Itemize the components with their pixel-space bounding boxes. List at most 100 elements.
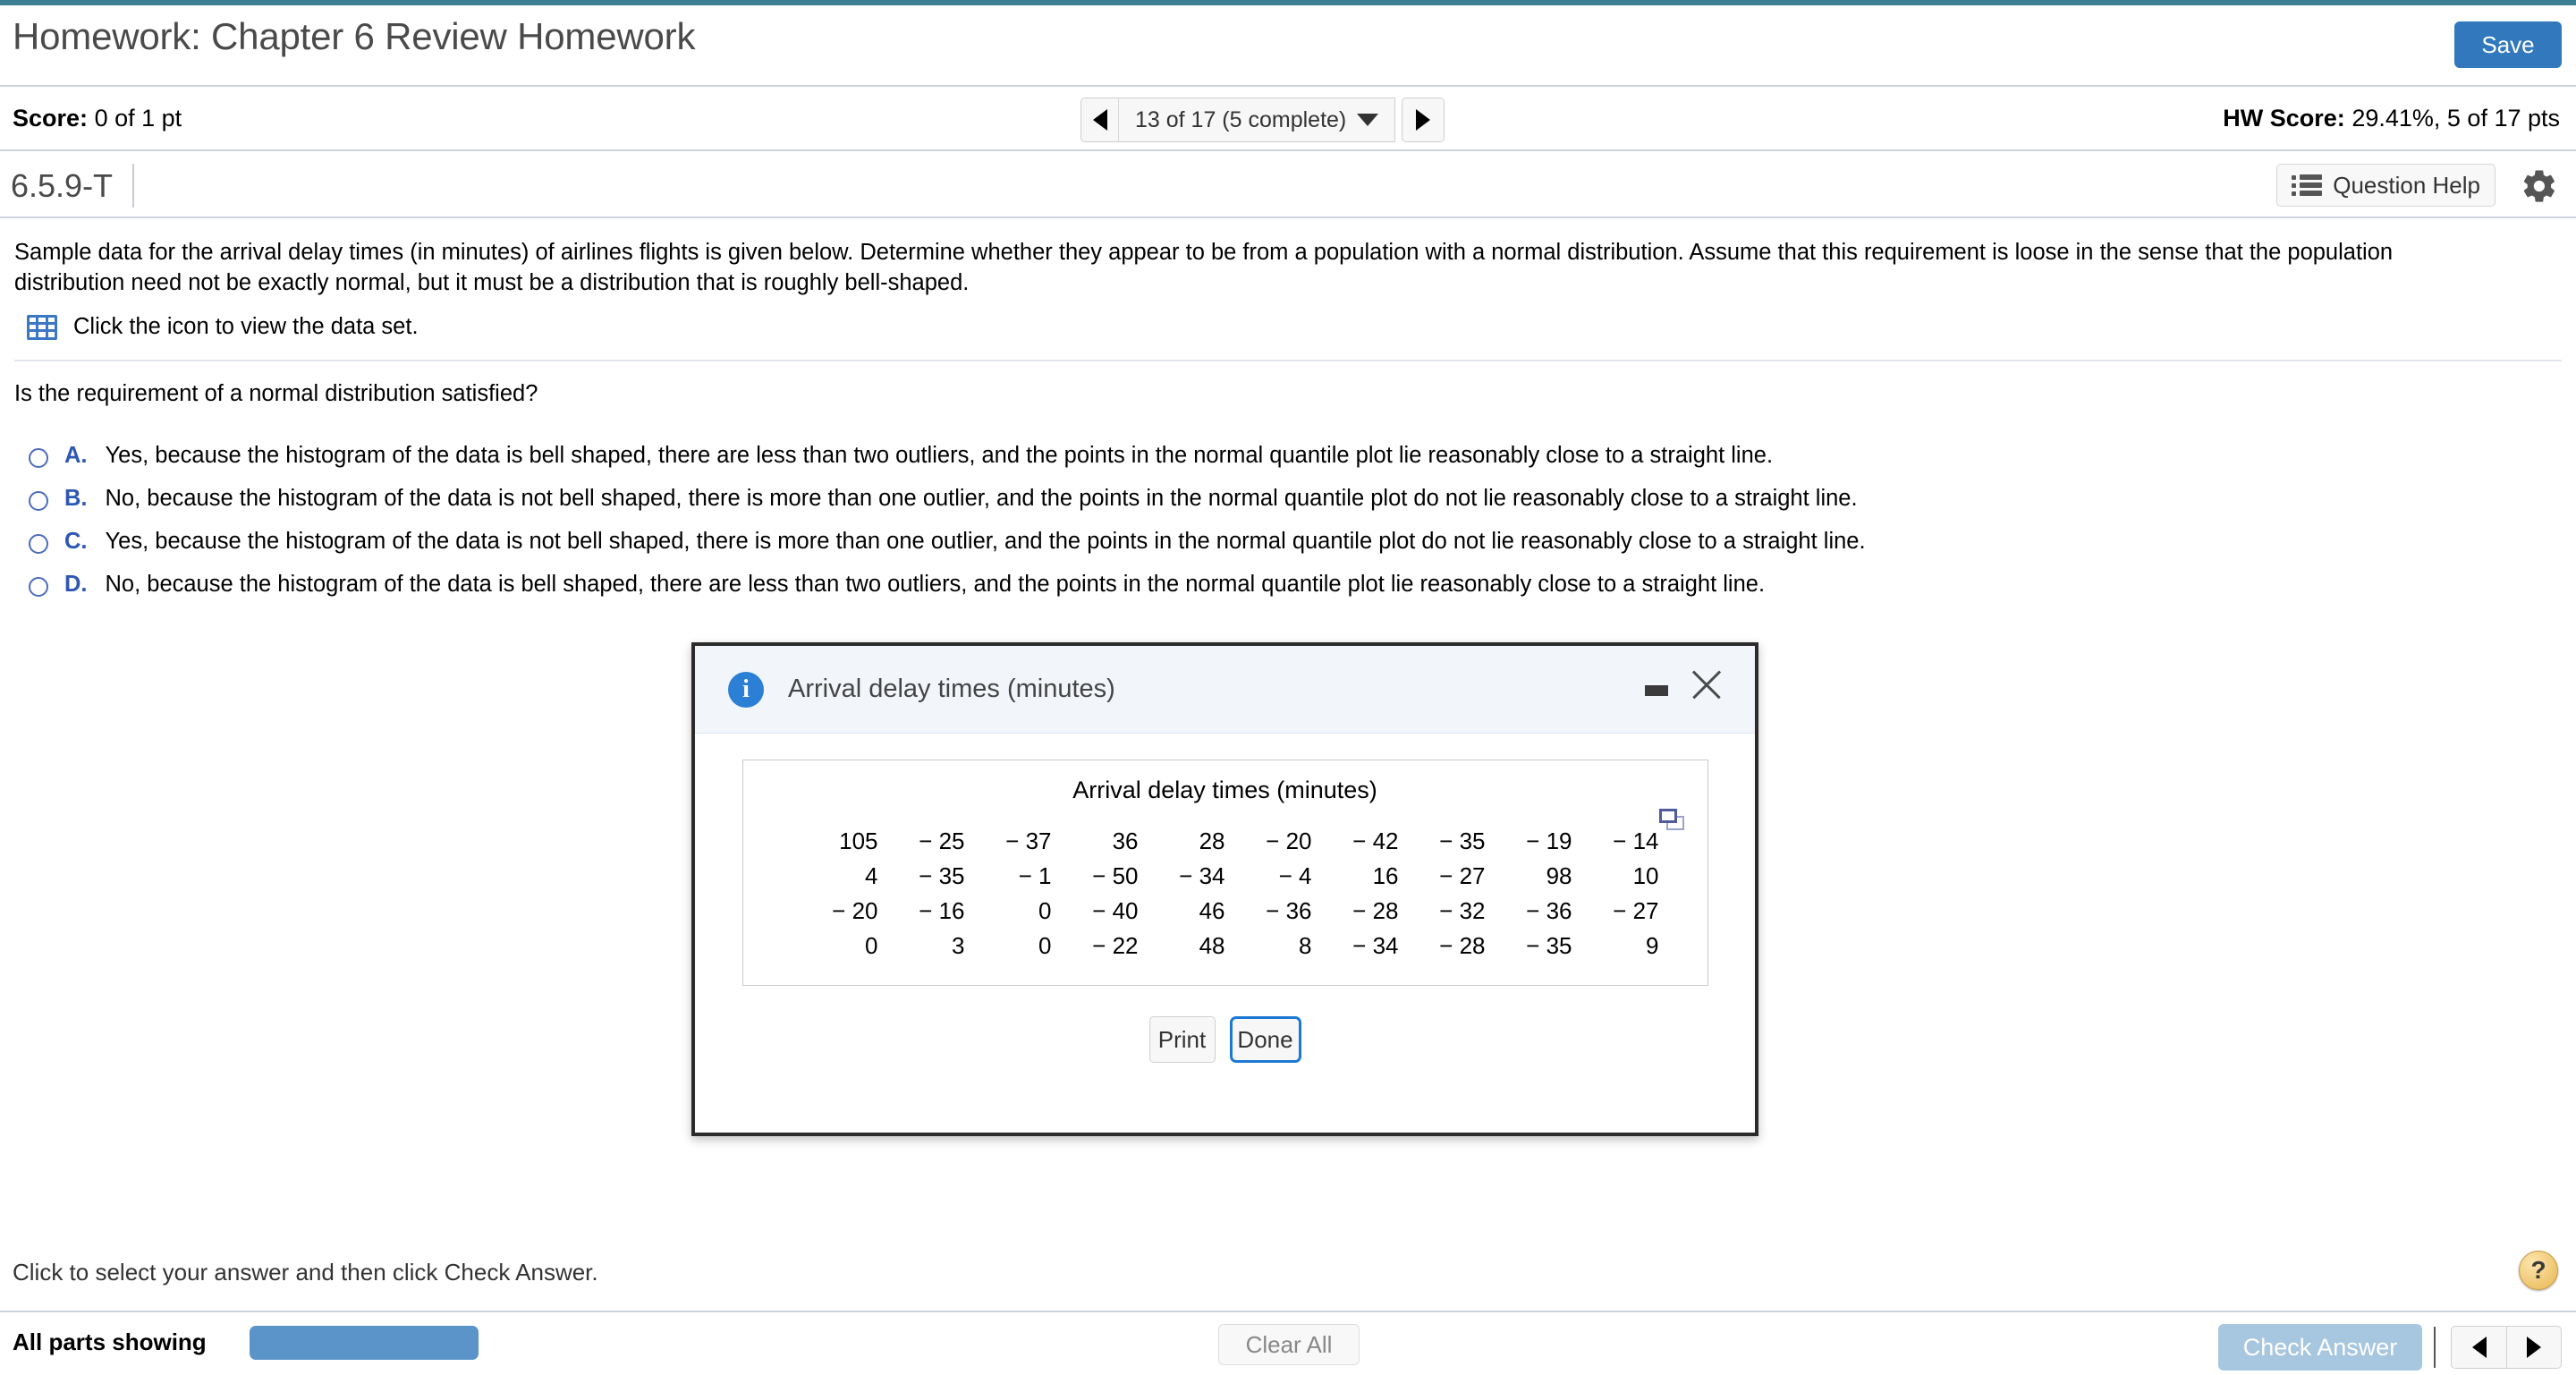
cell: 10: [1632, 862, 1659, 889]
cell: − 16: [919, 897, 965, 924]
cell: 0: [865, 932, 878, 959]
dataset-table: 105 − 25 − 37 36 28 − 20 − 42 − 35 − 19 …: [792, 824, 1659, 963]
settings-button[interactable]: [2519, 166, 2560, 207]
cell: 46: [1199, 897, 1225, 924]
list-icon: [2292, 174, 2323, 196]
choice-c-letter: C.: [64, 529, 88, 555]
score-value: 0 of 1 pt: [94, 105, 182, 132]
hint-text: Click to select your answer and then cli…: [13, 1259, 598, 1286]
data-set-link-row[interactable]: Click the icon to view the data set.: [0, 298, 2576, 340]
cell: − 28: [1352, 897, 1399, 924]
cell: 28: [1199, 828, 1225, 854]
cell: − 36: [1526, 897, 1572, 924]
cell: − 27: [1439, 862, 1486, 889]
data-set-dialog: i Arrival delay times (minutes) Arrival …: [691, 642, 1758, 1136]
question-help-button[interactable]: Question Help: [2276, 164, 2496, 207]
print-button[interactable]: Print: [1148, 1016, 1216, 1063]
copy-icon[interactable]: [1658, 809, 1684, 830]
cell: 9: [1646, 932, 1659, 959]
radio-c[interactable]: [29, 534, 48, 555]
cell: 36: [1112, 828, 1139, 854]
check-answer-button[interactable]: Check Answer: [2218, 1324, 2422, 1371]
close-icon[interactable]: [1688, 666, 1725, 703]
cell: − 32: [1439, 897, 1486, 924]
cell: − 34: [1179, 862, 1225, 889]
hw-score-label: HW Score:: [2223, 105, 2345, 132]
cell: 0: [1038, 932, 1052, 959]
radio-b[interactable]: [29, 491, 48, 512]
choice-b-letter: B.: [64, 486, 88, 512]
question-prompt: Is the requirement of a normal distribut…: [14, 381, 538, 407]
dialog-header: i Arrival delay times (minutes): [695, 646, 1755, 734]
triangle-left-icon: [1092, 109, 1107, 131]
pager-next-button[interactable]: [1402, 98, 1445, 142]
cell: − 20: [1266, 828, 1312, 854]
done-button[interactable]: Done: [1229, 1016, 1301, 1063]
triangle-right-icon: [1416, 109, 1431, 131]
cell: − 42: [1352, 828, 1399, 854]
cell: 4: [865, 862, 878, 889]
pager-label: 13 of 17 (5 complete): [1135, 106, 1347, 132]
question-pager: 13 of 17 (5 complete): [1080, 98, 1445, 142]
cell: − 4: [1278, 862, 1312, 889]
grid-table-icon[interactable]: [27, 314, 57, 340]
choice-d-text: No, because the histogram of the data is…: [105, 572, 1766, 598]
radio-d[interactable]: [29, 577, 48, 598]
table-row: − 20 − 16 0 − 40 46 − 36 − 28 − 32 − 36 …: [792, 894, 1659, 929]
cell: − 36: [1266, 897, 1312, 924]
answer-choices: A. Yes, because the histogram of the dat…: [0, 443, 2576, 598]
cell: 48: [1199, 932, 1225, 959]
score-display: Score: 0 of 1 pt: [13, 105, 182, 132]
choice-d[interactable]: D. No, because the histogram of the data…: [0, 572, 2576, 598]
cell: 105: [839, 828, 878, 854]
table-row: 105 − 25 − 37 36 28 − 20 − 42 − 35 − 19 …: [792, 824, 1659, 859]
cell: − 35: [919, 862, 965, 889]
dialog-title: Arrival delay times (minutes): [788, 675, 1115, 703]
radio-a[interactable]: [29, 448, 48, 469]
page-title: Homework: Chapter 6 Review Homework: [13, 15, 696, 57]
table-row: 4 − 35 − 1 − 50 − 34 − 4 16 − 27 98 10: [792, 859, 1659, 894]
hw-score-value: 29.41%, 5 of 17 pts: [2351, 105, 2560, 132]
minimize-icon[interactable]: [1645, 685, 1668, 696]
bottom-prev-button[interactable]: [2451, 1326, 2506, 1369]
cell: − 50: [1092, 862, 1139, 889]
cell: − 1: [1018, 862, 1052, 889]
info-icon: i: [728, 671, 764, 708]
save-button[interactable]: Save: [2454, 21, 2562, 68]
progress-bar: [250, 1326, 479, 1360]
choice-b-text: No, because the histogram of the data is…: [105, 486, 1858, 512]
question-statement: Sample data for the arrival delay times …: [14, 240, 2394, 295]
pager-prev-button[interactable]: [1080, 98, 1118, 142]
bottom-nav: [2451, 1326, 2562, 1369]
cell: − 27: [1613, 897, 1659, 924]
question-body: Sample data for the arrival delay times …: [0, 218, 2576, 615]
dialog-actions: Print Done: [695, 1016, 1755, 1063]
choice-c[interactable]: C. Yes, because the histogram of the dat…: [0, 529, 2576, 555]
help-button[interactable]: ?: [2519, 1251, 2558, 1290]
choice-a-letter: A.: [64, 443, 88, 469]
cell: 0: [1038, 897, 1052, 924]
cell: − 14: [1613, 828, 1659, 854]
all-parts-label: All parts showing: [13, 1328, 207, 1355]
score-bar: Score: 0 of 1 pt 13 of 17 (5 complete) H…: [0, 89, 2576, 151]
exercise-bar: 6.5.9-T Question Help: [0, 153, 2576, 218]
table-row: 0 3 0 − 22 48 8 − 34 − 28 − 35 9: [792, 929, 1659, 963]
choice-b[interactable]: B. No, because the histogram of the data…: [0, 486, 2576, 512]
cell: − 22: [1092, 932, 1139, 959]
page-root: Homework: Chapter 6 Review Homework Save…: [0, 0, 2576, 1375]
hint-bar: Click to select your answer and then cli…: [0, 1248, 2576, 1312]
title-bar: Homework: Chapter 6 Review Homework Save: [0, 5, 2576, 87]
choice-d-letter: D.: [64, 572, 88, 598]
triangle-right-icon: [2527, 1337, 2541, 1358]
clear-all-button[interactable]: Clear All: [1218, 1324, 1360, 1365]
dataset-card: Arrival delay times (minutes) 105 − 25 −…: [741, 760, 1708, 986]
hw-score-display: HW Score: 29.41%, 5 of 17 pts: [2223, 105, 2560, 132]
choice-a-text: Yes, because the histogram of the data i…: [105, 443, 1774, 469]
cell: 98: [1546, 862, 1572, 889]
cell: − 28: [1439, 932, 1486, 959]
pager-dropdown[interactable]: 13 of 17 (5 complete): [1118, 98, 1396, 142]
question-help-label: Question Help: [2333, 171, 2480, 199]
bottom-next-button[interactable]: [2506, 1326, 2562, 1369]
choice-a[interactable]: A. Yes, because the histogram of the dat…: [0, 443, 2576, 469]
chevron-down-icon: [1357, 114, 1379, 126]
